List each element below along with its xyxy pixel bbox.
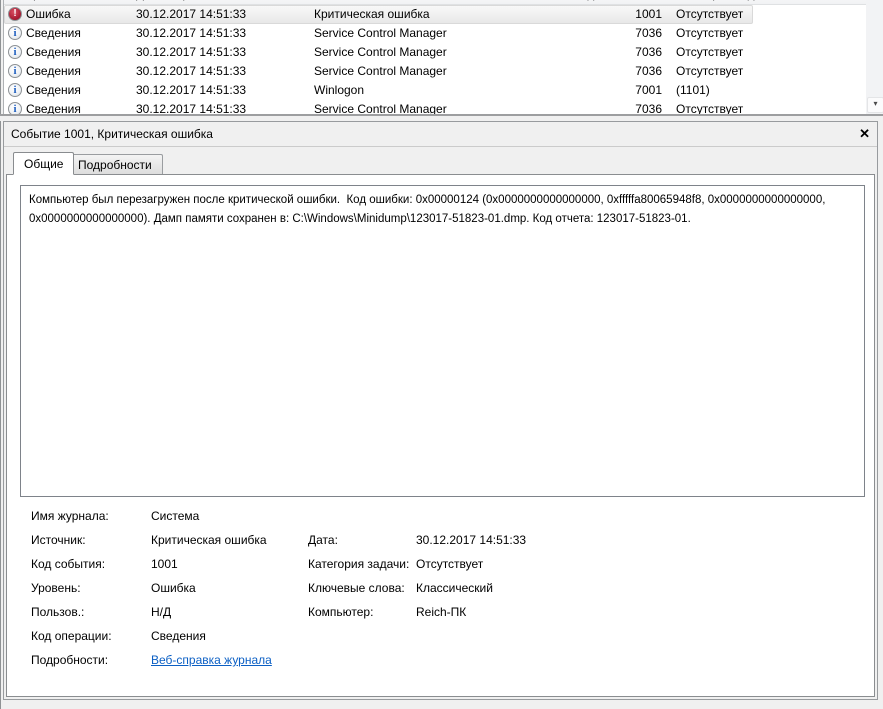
event-details-grid: Имя журнала: Система Источник: Критическ… <box>7 506 874 674</box>
event-source: Winlogon <box>314 83 364 97</box>
event-description[interactable]: Компьютер был перезагружен после критиче… <box>20 185 865 497</box>
list-vertical-scrollbar[interactable]: ▾ <box>866 0 883 114</box>
event-datetime: 30.12.2017 14:51:33 <box>136 83 246 97</box>
web-help-link[interactable]: Веб-справка журнала <box>151 653 272 667</box>
event-level: Сведения <box>26 64 81 78</box>
event-id: 7036 <box>564 26 662 40</box>
info-icon <box>8 102 22 114</box>
field-value-left: Система <box>151 509 199 523</box>
field-value-right: 30.12.2017 14:51:33 <box>416 533 526 547</box>
details-grid-row: Пользов.: Н/Д Компьютер: Reich-ПК <box>7 602 874 626</box>
event-source: Service Control Manager <box>314 102 447 114</box>
tab-strip: Общие Подробности <box>4 147 877 174</box>
event-category: Отсутствует <box>676 102 743 114</box>
field-value-right: Reich-ПК <box>416 605 466 619</box>
event-datetime: 30.12.2017 14:51:33 <box>136 45 246 59</box>
field-label-left: Подробности: <box>31 653 108 667</box>
event-datetime: 30.12.2017 14:51:33 <box>136 26 246 40</box>
info-icon <box>8 45 22 59</box>
details-grid-row: Уровень: Ошибка Ключевые слова: Классиче… <box>7 578 874 602</box>
arrow-down-icon: ▾ <box>873 99 877 108</box>
event-datetime: 30.12.2017 14:51:33 <box>136 102 246 114</box>
event-id: 7001 <box>564 83 662 97</box>
event-category: Отсутствует <box>676 7 743 21</box>
info-icon <box>8 26 22 40</box>
info-icon <box>8 64 22 78</box>
event-row[interactable]: Сведения 30.12.2017 14:51:33 Service Con… <box>4 100 866 114</box>
event-list: Уровень Дата и время Источник Код события Ка… <box>3 0 866 114</box>
preview-title: Событие 1001, Критическая ошибка <box>11 127 213 141</box>
details-grid-row: Код операции: Сведения <box>7 626 874 650</box>
event-category: (1101) <box>676 83 710 97</box>
event-source: Service Control Manager <box>314 64 447 78</box>
field-value-left: Критическая ошибка <box>151 533 267 547</box>
field-label-right: Ключевые слова: <box>308 581 405 595</box>
column-header[interactable]: Дата и время <box>136 0 210 1</box>
event-id: 7036 <box>564 64 662 78</box>
event-level: Ошибка <box>26 7 71 21</box>
tab-general[interactable]: Общие <box>13 152 74 175</box>
event-source: Service Control Manager <box>314 45 447 59</box>
close-icon[interactable]: ✕ <box>859 126 870 142</box>
field-value-left: Сведения <box>151 629 206 643</box>
field-value-right: Отсутствует <box>416 557 483 571</box>
event-level: Сведения <box>26 26 81 40</box>
column-header[interactable]: Категория задачи <box>676 0 774 1</box>
field-value-left: Н/Д <box>151 605 171 619</box>
field-label-right: Компьютер: <box>308 605 373 619</box>
event-datetime: 30.12.2017 14:51:33 <box>136 64 246 78</box>
field-label-left: Уровень: <box>31 581 81 595</box>
field-value-left: Ошибка <box>151 581 196 595</box>
field-label-left: Источник: <box>31 533 86 547</box>
details-grid-row: Имя журнала: Система <box>7 506 874 530</box>
field-label-left: Имя журнала: <box>31 509 109 523</box>
field-label-left: Код события: <box>31 557 105 571</box>
column-header[interactable]: Код события <box>574 0 645 1</box>
pane-splitter[interactable] <box>0 114 883 121</box>
event-row[interactable]: Сведения 30.12.2017 14:51:33 Winlogon 70… <box>4 81 866 100</box>
field-label-left: Пользов.: <box>31 605 84 619</box>
event-row[interactable]: Сведения 30.12.2017 14:51:33 Service Con… <box>4 62 866 81</box>
field-label-left: Код операции: <box>31 629 112 643</box>
details-grid-row: Источник: Критическая ошибка Дата: 30.12… <box>7 530 874 554</box>
event-row[interactable]: Сведения 30.12.2017 14:51:33 Service Con… <box>4 24 866 43</box>
event-source: Service Control Manager <box>314 26 447 40</box>
field-label-right: Категория задачи: <box>308 557 409 571</box>
error-icon <box>8 7 22 21</box>
event-rows: Ошибка 30.12.2017 14:51:33 Критическая о… <box>4 5 866 114</box>
event-level: Сведения <box>26 45 81 59</box>
event-level: Сведения <box>26 102 81 114</box>
event-row[interactable]: Сведения 30.12.2017 14:51:33 Service Con… <box>4 43 866 62</box>
column-header[interactable]: Уровень <box>26 0 72 1</box>
event-id: 7036 <box>564 102 662 114</box>
scroll-down-button[interactable]: ▾ <box>867 97 883 113</box>
field-label-right: Дата: <box>308 533 338 547</box>
info-icon <box>8 83 22 97</box>
event-id: 7036 <box>564 45 662 59</box>
tab-details[interactable]: Подробности <box>67 154 163 174</box>
column-header[interactable]: Источник <box>314 0 365 1</box>
event-datetime: 30.12.2017 14:51:33 <box>136 7 246 21</box>
event-preview-pane: Событие 1001, Критическая ошибка ✕ Общие… <box>3 121 878 700</box>
event-category: Отсутствует <box>676 26 743 40</box>
event-row[interactable]: Ошибка 30.12.2017 14:51:33 Критическая о… <box>4 5 866 24</box>
field-value-right: Классический <box>416 581 493 595</box>
event-source: Критическая ошибка <box>314 7 430 21</box>
general-tab-panel: Компьютер был перезагружен после критиче… <box>6 174 875 697</box>
event-category: Отсутствует <box>676 45 743 59</box>
event-id: 1001 <box>564 7 662 21</box>
event-category: Отсутствует <box>676 64 743 78</box>
field-value-left: 1001 <box>151 557 178 571</box>
details-grid-row: Подробности: Веб-справка журнала <box>7 650 874 674</box>
window-left-edge <box>0 0 1 709</box>
preview-header: Событие 1001, Критическая ошибка ✕ <box>4 122 877 147</box>
event-level: Сведения <box>26 83 81 97</box>
details-grid-row: Код события: 1001 Категория задачи: Отсу… <box>7 554 874 578</box>
